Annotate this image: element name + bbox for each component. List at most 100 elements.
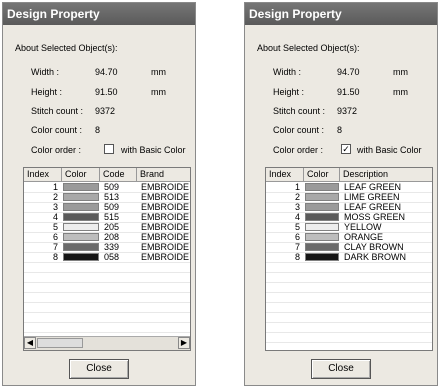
- scroll-right-icon[interactable]: ▶: [178, 337, 190, 349]
- code-cell: 208: [104, 232, 120, 242]
- code-cell: 509: [104, 202, 120, 212]
- close-button[interactable]: Close: [311, 359, 371, 379]
- scroll-left-icon[interactable]: ◀: [24, 337, 36, 349]
- index-cell: 7: [294, 242, 300, 252]
- height-label: Height :: [273, 87, 305, 97]
- brand-cell: EMBROIDE: [141, 192, 190, 202]
- description-cell: YELLOW: [344, 222, 382, 232]
- scrollbar-thumb[interactable]: [37, 338, 83, 348]
- table-row[interactable]: 3 LEAF GREEN: [266, 202, 432, 212]
- description-cell: DARK BROWN: [344, 252, 407, 262]
- table-row[interactable]: 1 509 EMBROIDE: [24, 182, 190, 192]
- description-cell: LIME GREEN: [344, 192, 400, 202]
- row-gridline: [266, 282, 432, 283]
- column-header-brand[interactable]: Brand: [137, 168, 190, 181]
- color-table[interactable]: Index Color Code Brand 1 509 EMBROIDE 2 513 E…: [23, 167, 191, 351]
- row-gridline: [24, 302, 190, 303]
- description-cell: CLAY BROWN: [344, 242, 404, 252]
- stitch-count-value: 9372: [95, 106, 116, 116]
- basic-color-label: with Basic Color: [121, 145, 186, 155]
- table-row[interactable]: 4 MOSS GREEN: [266, 212, 432, 222]
- index-cell: 8: [52, 252, 58, 262]
- column-header-description[interactable]: Description: [340, 168, 432, 181]
- code-cell: 339: [104, 242, 120, 252]
- brand-cell: EMBROIDE: [141, 182, 190, 192]
- table-row[interactable]: 6 208 EMBROIDE: [24, 232, 190, 242]
- color-count-label: Color count :: [273, 125, 325, 135]
- color-swatch: [305, 213, 339, 221]
- table-row[interactable]: 4 515 EMBROIDE: [24, 212, 190, 222]
- height-unit: mm: [393, 87, 408, 97]
- table-header: Index Color Code Brand: [24, 168, 190, 182]
- color-swatch: [63, 213, 99, 221]
- basic-color-checkbox[interactable]: ✓: [341, 144, 351, 154]
- width-unit: mm: [151, 67, 166, 77]
- table-row[interactable]: 8 058 EMBROIDE: [24, 252, 190, 262]
- width-unit: mm: [393, 67, 408, 77]
- width-label: Width :: [273, 67, 302, 77]
- basic-color-label: with Basic Color: [357, 145, 422, 155]
- height-unit: mm: [151, 87, 166, 97]
- column-header-index[interactable]: Index: [24, 168, 62, 181]
- section-label: About Selected Object(s):: [257, 43, 360, 53]
- color-order-label: Color order :: [31, 145, 82, 155]
- code-cell: 205: [104, 222, 120, 232]
- column-header-color[interactable]: Color: [62, 168, 100, 181]
- table-row[interactable]: 7 339 EMBROIDE: [24, 242, 190, 252]
- brand-cell: EMBROIDE: [141, 212, 190, 222]
- color-count-value: 8: [95, 125, 101, 135]
- stitch-count-value: 9372: [337, 106, 358, 116]
- row-gridline: [24, 312, 190, 313]
- index-cell: 3: [294, 202, 300, 212]
- color-swatch: [305, 233, 339, 241]
- table-row[interactable]: 5 205 EMBROIDE: [24, 222, 190, 232]
- table-header: Index Color Description: [266, 168, 432, 182]
- design-property-dialog-right: Design Property About Selected Object(s)…: [244, 2, 438, 386]
- table-row[interactable]: 6 ORANGE: [266, 232, 432, 242]
- index-cell: 4: [294, 212, 300, 222]
- description-cell: ORANGE: [344, 232, 384, 242]
- row-gridline: [266, 312, 432, 313]
- code-cell: 509: [104, 182, 120, 192]
- color-swatch: [305, 223, 339, 231]
- brand-cell: EMBROIDE: [141, 242, 190, 252]
- code-cell: 515: [104, 212, 120, 222]
- index-cell: 2: [294, 192, 300, 202]
- table-row[interactable]: 5 YELLOW: [266, 222, 432, 232]
- close-button[interactable]: Close: [69, 359, 129, 379]
- table-row[interactable]: 2 LIME GREEN: [266, 192, 432, 202]
- color-swatch: [63, 253, 99, 261]
- row-gridline: [266, 302, 432, 303]
- description-cell: LEAF GREEN: [344, 202, 402, 212]
- index-cell: 5: [52, 222, 58, 232]
- index-cell: 4: [52, 212, 58, 222]
- table-row[interactable]: 2 513 EMBROIDE: [24, 192, 190, 202]
- table-row[interactable]: 3 509 EMBROIDE: [24, 202, 190, 212]
- row-gridline: [266, 262, 432, 263]
- stitch-count-label: Stitch count :: [273, 106, 326, 116]
- index-cell: 8: [294, 252, 300, 262]
- width-label: Width :: [31, 67, 60, 77]
- row-gridline: [24, 332, 190, 333]
- basic-color-checkbox[interactable]: [104, 144, 114, 154]
- color-swatch: [63, 243, 99, 251]
- horizontal-scrollbar[interactable]: ◀ ▶: [24, 336, 190, 350]
- color-swatch: [305, 243, 339, 251]
- width-value: 94.70: [95, 67, 118, 77]
- table-row[interactable]: 7 CLAY BROWN: [266, 242, 432, 252]
- table-row[interactable]: 8 DARK BROWN: [266, 252, 432, 262]
- column-header-index[interactable]: Index: [266, 168, 304, 181]
- color-table[interactable]: Index Color Description 1 LEAF GREEN 2 LIME…: [265, 167, 433, 351]
- column-header-code[interactable]: Code: [100, 168, 137, 181]
- color-count-value: 8: [337, 125, 343, 135]
- color-swatch: [63, 203, 99, 211]
- section-label: About Selected Object(s):: [15, 43, 118, 53]
- color-swatch: [63, 193, 99, 201]
- height-value: 91.50: [95, 87, 118, 97]
- color-swatch: [63, 223, 99, 231]
- index-cell: 6: [294, 232, 300, 242]
- table-row[interactable]: 1 LEAF GREEN: [266, 182, 432, 192]
- row-gridline: [24, 292, 190, 293]
- column-header-color[interactable]: Color: [304, 168, 340, 181]
- row-gridline: [266, 342, 432, 343]
